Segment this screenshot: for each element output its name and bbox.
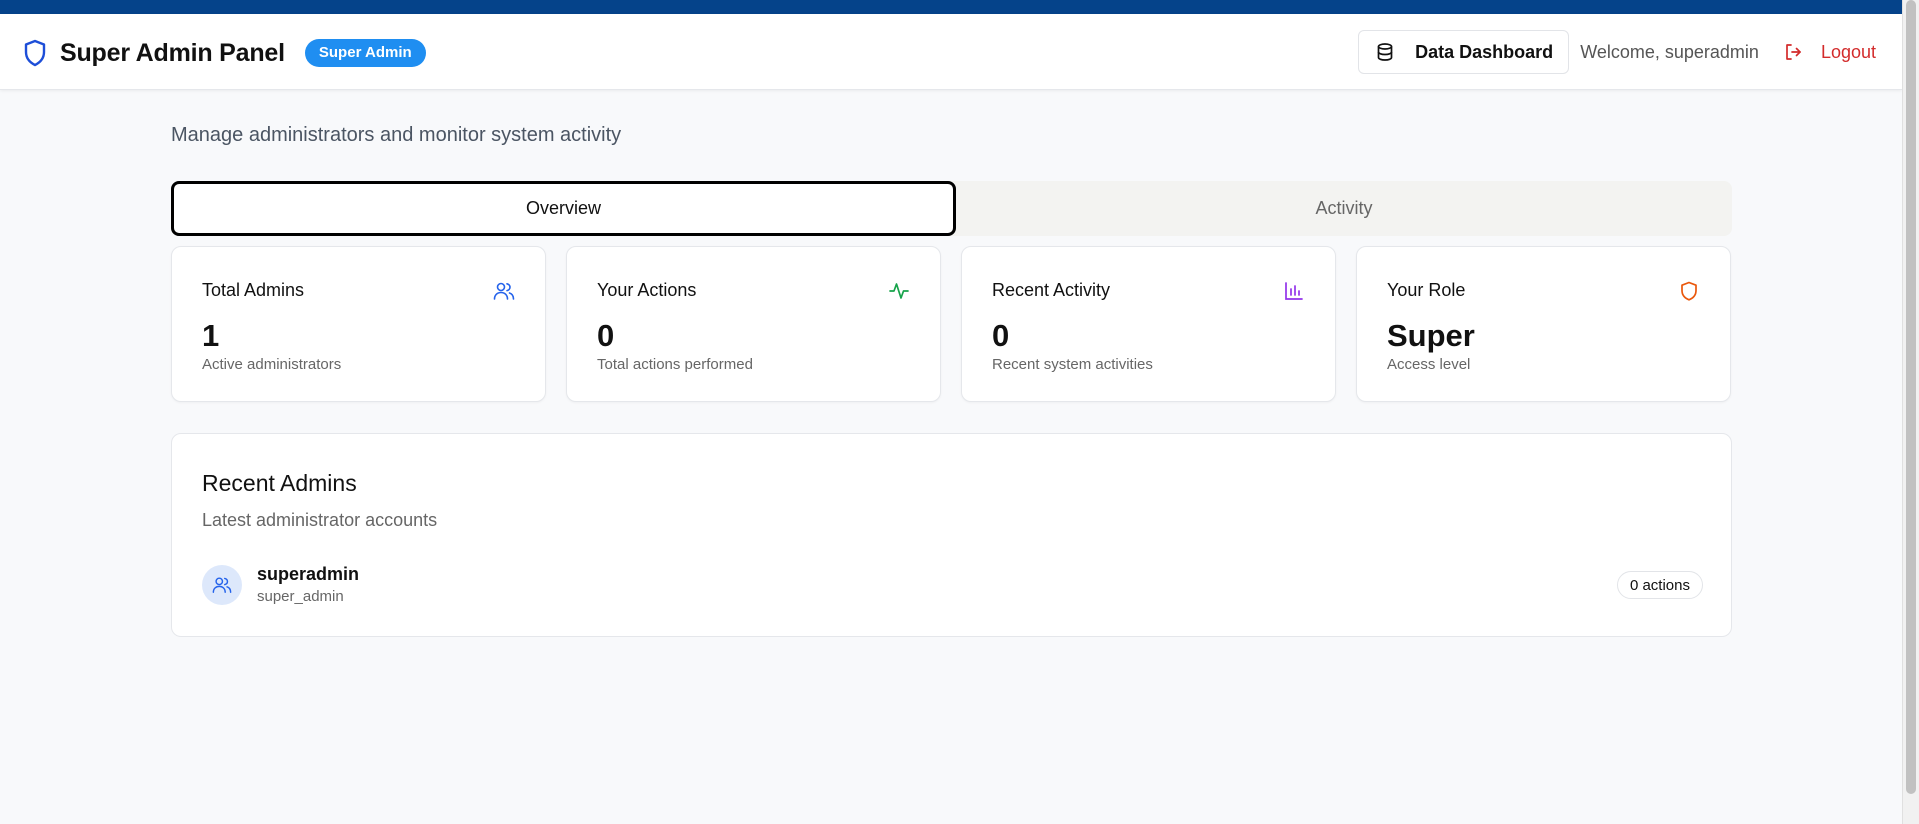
admin-name: superadmin [257, 564, 360, 584]
stat-card-total-admins: Total Admins 1 Active administrators [171, 246, 546, 402]
list-item: superadmin super_admin 0 actions [202, 563, 1703, 607]
tab-activity[interactable]: Activity [956, 181, 1732, 236]
stat-description: Active administrators [202, 356, 342, 373]
page-subtitle: Manage administrators and monitor system… [171, 124, 622, 146]
admin-role: super_admin [257, 588, 344, 605]
logout-label: Logout [1820, 41, 1876, 62]
stat-title: Recent Activity [992, 280, 1111, 300]
tab-overview[interactable]: Overview [171, 181, 956, 236]
database-icon [1375, 42, 1395, 62]
actions-count-badge: 0 actions [1616, 571, 1703, 599]
stat-description: Access level [1387, 356, 1471, 373]
header-actions: Data Dashboard Welcome, superadmin Logou… [1358, 30, 1876, 74]
brand: Super Admin Panel Super Admin [22, 38, 426, 68]
data-dashboard-button[interactable]: Data Dashboard [1358, 30, 1570, 74]
users-icon [212, 577, 232, 593]
activity-icon [888, 280, 910, 302]
role-badge: Super Admin [304, 39, 426, 67]
stat-title: Your Actions [597, 280, 697, 300]
welcome-text: Welcome, superadmin [1580, 41, 1759, 62]
tab-list: Overview Activity [171, 181, 1732, 236]
scrollbar-thumb[interactable] [1906, 0, 1916, 794]
stat-value: 0 [597, 318, 615, 353]
data-dashboard-label: Data Dashboard [1415, 41, 1554, 62]
page-scrollbar[interactable] [1902, 0, 1919, 824]
stat-title: Total Admins [202, 280, 305, 300]
stat-card-recent-activity: Recent Activity 0 Recent system activiti… [961, 246, 1336, 402]
stat-description: Recent system activities [992, 356, 1153, 373]
bar-chart-icon [1283, 280, 1305, 302]
stat-card-your-role: Your Role Super Access level [1356, 246, 1731, 402]
app-title: Super Admin Panel [60, 38, 285, 67]
shield-icon [1678, 280, 1700, 302]
stat-description: Total actions performed [597, 356, 753, 373]
recent-admins-panel: Recent Admins Latest administrator accou… [171, 433, 1732, 637]
recent-admins-subtitle: Latest administrator accounts [202, 510, 438, 530]
stat-value: 0 [992, 318, 1010, 353]
users-icon [493, 280, 515, 302]
logout-icon [1783, 42, 1803, 62]
logout-button[interactable]: Logout [1783, 42, 1876, 63]
stat-card-your-actions: Your Actions 0 Total actions performed [566, 246, 941, 402]
top-accent-bar [0, 0, 1902, 14]
stat-value: 1 [202, 318, 220, 353]
recent-admins-title: Recent Admins [202, 470, 357, 496]
app-header: Super Admin Panel Super Admin Data Dashb… [0, 14, 1902, 90]
shield-icon [22, 38, 48, 68]
stat-title: Your Role [1387, 280, 1466, 300]
stat-value: Super [1387, 318, 1475, 353]
avatar [202, 565, 242, 605]
